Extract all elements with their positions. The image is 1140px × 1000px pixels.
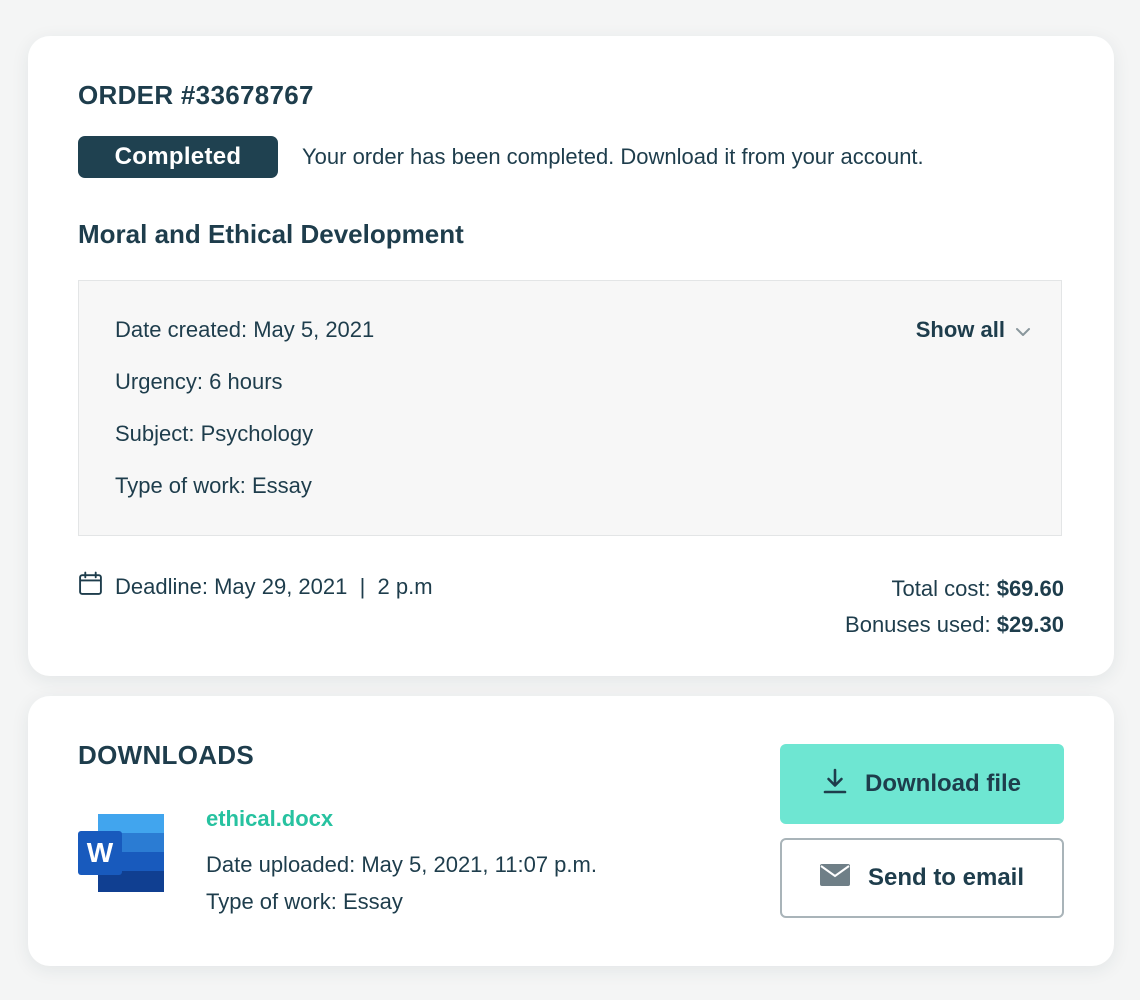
file-name-link[interactable]: ethical.docx: [206, 806, 333, 832]
type-of-work: Type of work: Essay: [115, 473, 312, 498]
show-all-label: Show all: [915, 317, 1005, 342]
download-file-label: Download file: [865, 770, 1021, 797]
bonuses-value: $29.30: [996, 612, 1064, 637]
envelope-icon: [819, 863, 850, 893]
downloads-title: DOWNLOADS: [78, 740, 255, 770]
bonuses-row: Bonuses used: $29.30: [845, 607, 1064, 643]
total-cost-value: $69.60: [996, 576, 1064, 601]
date-created: Date created: May 5, 2021: [115, 317, 375, 342]
send-to-email-label: Send to email: [867, 864, 1025, 891]
cost-summary: Total cost: $69.60 Bonuses used: $29.30: [845, 571, 1064, 643]
urgency: Urgency: 6 hours: [115, 369, 283, 394]
download-icon: [823, 768, 847, 801]
deadline-row: Deadline: May 29, 2021 | 2 p.m: [78, 571, 433, 602]
download-file-button[interactable]: Download file: [780, 744, 1064, 824]
order-details-panel: Date created: May 5, 2021 Urgency: 6 hou…: [78, 280, 1062, 536]
status-badge: Completed: [78, 136, 278, 178]
downloads-card: DOWNLOADS W ethical.docx Date uploaded: …: [28, 696, 1114, 966]
total-cost-label: Total cost:: [891, 576, 991, 601]
file-type-of-work: Type of work: Essay: [206, 889, 403, 914]
subject: Subject: Psychology: [115, 421, 314, 446]
calendar-icon: [78, 571, 103, 602]
order-card: ORDER #33678767 Completed Your order has…: [28, 36, 1114, 676]
chevron-down-icon: [1015, 317, 1031, 343]
file-date-uploaded: Date uploaded: May 5, 2021, 11:07 p.m.: [206, 852, 597, 877]
status-message: Your order has been completed. Download …: [302, 144, 924, 169]
order-name: Moral and Ethical Development: [78, 219, 464, 249]
word-document-icon: W: [78, 814, 166, 897]
total-cost-row: Total cost: $69.60: [845, 571, 1064, 607]
bonuses-label: Bonuses used:: [845, 612, 991, 637]
deadline-text: Deadline: May 29, 2021 | 2 p.m: [115, 573, 433, 599]
send-to-email-button[interactable]: Send to email: [780, 838, 1064, 918]
file-meta: Date uploaded: May 5, 2021, 11:07 p.m. T…: [206, 846, 597, 920]
word-icon-letter: W: [87, 837, 114, 868]
show-all-toggle[interactable]: Show all: [916, 317, 1031, 343]
order-title: ORDER #33678767: [78, 80, 314, 110]
